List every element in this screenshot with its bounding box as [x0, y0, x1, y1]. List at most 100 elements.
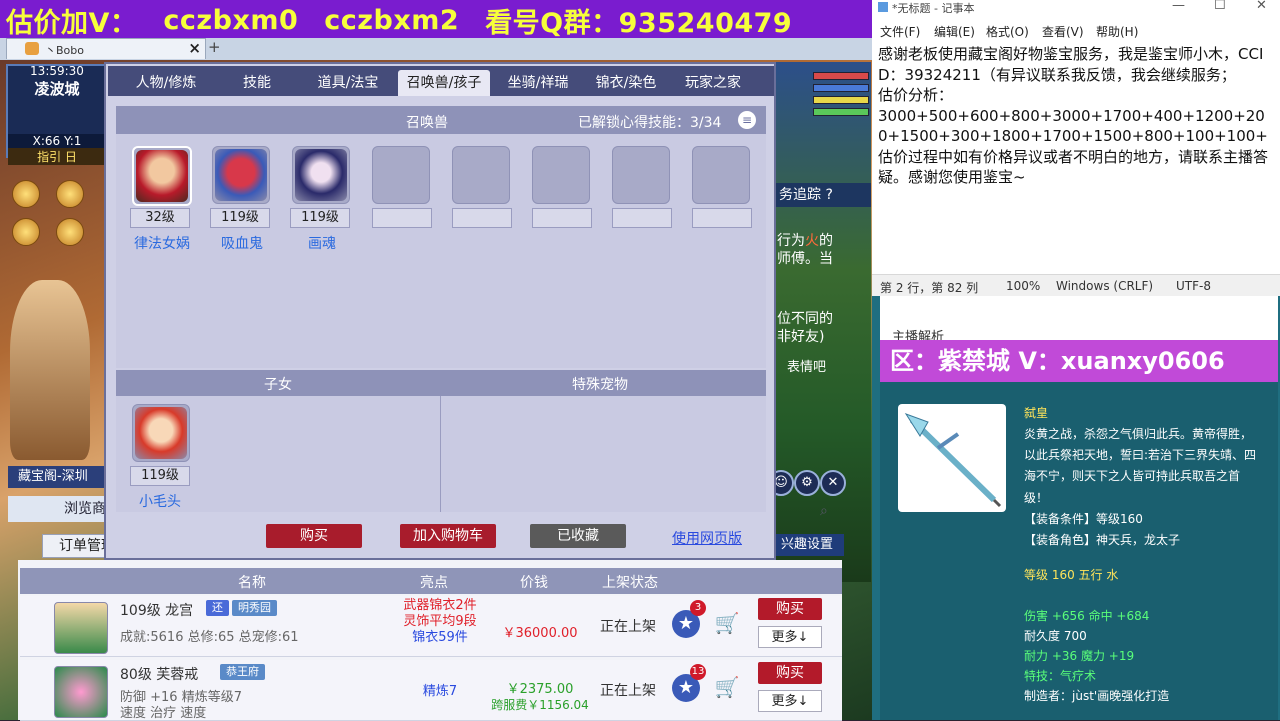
player-coords: X:66 Y:1 [8, 134, 106, 148]
highlight-item: 武器锦衣2件 [403, 598, 477, 613]
col-price: 价钱 [520, 575, 548, 591]
close-icon[interactable]: ✕ [820, 470, 846, 496]
minimize-icon[interactable]: — [1172, 0, 1185, 13]
col-status: 上架状态 [602, 575, 658, 591]
child-name[interactable]: 小毛头 [120, 491, 200, 511]
weapon-req-role: 【装备角色】神天兵，龙太子 [1024, 533, 1181, 548]
game-clock: 13:59:30 [30, 64, 84, 78]
new-tab-button[interactable]: + [208, 38, 221, 56]
notepad-text-area[interactable]: 感谢老板使用藏宝阁好物鉴宝​服务，我是鉴宝师小木，CCID：39324211（有… [878, 44, 1270, 188]
web-version-link[interactable]: 使用网页版 [672, 528, 742, 548]
tab-skills[interactable]: 技能 [222, 70, 292, 96]
pet-slot[interactable] [292, 146, 350, 204]
tab-mounts[interactable]: 坐骑/祥瑞 [496, 70, 580, 96]
children-area [116, 396, 766, 512]
tab-items[interactable]: 道具/法宝 [306, 70, 390, 96]
empty-pet-slot[interactable] [692, 146, 750, 204]
weapon-image [898, 404, 1006, 512]
tab-pets[interactable]: 召唤兽/孩子 [398, 70, 490, 96]
buy-button[interactable]: 购买 [266, 524, 362, 548]
empty-level [612, 208, 672, 228]
mp-bar [813, 84, 869, 92]
browser-tab[interactable]: 丶Bobo × [6, 38, 206, 59]
buy-button[interactable]: 购买 [758, 662, 822, 684]
empty-level [532, 208, 592, 228]
browse-tab[interactable]: 浏览商 [8, 496, 108, 522]
menu-icon[interactable]: ≡ [738, 111, 756, 129]
banner-text-2: cczbxm0 [163, 4, 299, 36]
stat-line: 耐力 +36 魔力 +19 [1024, 649, 1135, 663]
row-status: 正在上架 [600, 619, 656, 635]
highlight-item: 锦衣59件 [412, 630, 468, 645]
stat-line: 特技：气疗术 [1024, 669, 1097, 683]
weapon-req-level: 【装备条件】等级160 [1024, 511, 1143, 526]
child-slot[interactable] [132, 404, 190, 462]
row-sub-extra: 速度 治疗 速度 [120, 706, 207, 721]
col-highlights: 亮点 [420, 575, 448, 591]
cart-icon[interactable]: 🛒 [714, 610, 740, 636]
pet-level: 119级 [290, 208, 350, 228]
city-name: 凌波城 [34, 80, 80, 98]
pet-name[interactable]: 律法女娲 [122, 233, 202, 253]
pet-name[interactable]: 吸血鬼 [202, 233, 282, 253]
encoding: UTF-8 [1176, 279, 1211, 293]
tab-close-icon[interactable]: × [188, 39, 201, 57]
menu-format[interactable]: 格式(O) [986, 23, 1029, 40]
add-to-cart-button[interactable]: 加入购物车 [400, 524, 496, 548]
pet-slot[interactable] [132, 146, 192, 206]
interest-settings-button[interactable]: 兴趣设置 [770, 534, 844, 556]
empty-pet-slot[interactable] [372, 146, 430, 204]
cart-icon[interactable]: 🛒 [714, 674, 740, 700]
activity-icon[interactable] [56, 180, 84, 208]
search-icon[interactable]: ⌕ [820, 503, 840, 523]
tab-home[interactable]: 玩家之家 [674, 70, 752, 96]
mission-text-b: 的 [819, 233, 833, 249]
row-level-school: 80级 芙蓉戒 [120, 667, 199, 683]
chat-text-b: 非好友) [777, 329, 825, 345]
gear-icon[interactable]: ⚙ [794, 470, 820, 496]
activity-icon[interactable] [56, 218, 84, 246]
favorite-count: 3 [690, 600, 706, 616]
mission-tracker[interactable]: 务追踪 ? [775, 183, 871, 207]
maximize-icon[interactable]: ☐ [1214, 0, 1226, 13]
tab-outfits[interactable]: 锦衣/染色 [584, 70, 668, 96]
menu-help[interactable]: 帮助(H) [1096, 23, 1138, 40]
empty-level [372, 208, 432, 228]
notepad-icon [878, 2, 888, 12]
exp-bar [813, 108, 869, 116]
chat-text: 位不同的 非好友) [777, 310, 869, 346]
menu-file[interactable]: 文件(F) [880, 23, 920, 40]
pet-section-header: 召唤兽 已解锁心得技能：3/34 ≡ [116, 106, 766, 134]
collected-button[interactable]: 已收藏 [530, 524, 626, 548]
pet-name[interactable]: 画魂 [282, 233, 362, 253]
guide-button[interactable]: 指引 日 [8, 148, 106, 165]
menu-view[interactable]: 查看(V) [1042, 23, 1084, 40]
emote-button[interactable]: 表情吧 [787, 356, 847, 376]
empty-pet-slot[interactable] [612, 146, 670, 204]
menu-edit[interactable]: 编辑(E) [934, 23, 975, 40]
mission-text-fire: 火 [805, 233, 819, 249]
hp-bar [813, 72, 869, 80]
buy-button[interactable]: 购买 [758, 598, 822, 620]
empty-pet-slot[interactable] [452, 146, 510, 204]
server-contact-banner: 区：紫禁城 V：xuanxy0606 [880, 340, 1278, 382]
notepad-statusbar: 第 2 行，第 82 列 100% Windows (CRLF) UTF-8 [872, 274, 1280, 297]
tab-title: 丶Bobo [45, 44, 84, 57]
activity-icon[interactable] [12, 218, 40, 246]
close-icon[interactable]: ✕ [1256, 0, 1267, 13]
activity-icon[interactable] [12, 180, 40, 208]
weapon-level-line: 等级 160 五行 水 [1024, 568, 1119, 582]
table-row[interactable]: 109级 龙宫 还 明秀园 成就:5616 总修:65 总宠修:61 武器锦衣2… [20, 596, 842, 657]
table-row[interactable]: 80级 芙蓉戒 恭王府 防御 +16 精炼等级7 速度 治疗 速度 精炼7 ￥2… [20, 660, 842, 721]
row-sub: 成就:5616 总修:65 总宠修:61 [120, 630, 299, 645]
empty-pet-slot[interactable] [532, 146, 590, 204]
row-level-school: 109级 龙宫 [120, 603, 194, 619]
avatar [54, 666, 108, 718]
more-button[interactable]: 更多↓ [758, 690, 822, 712]
tab-character[interactable]: 人物/修炼 [124, 70, 208, 96]
pet-slot[interactable] [212, 146, 270, 204]
more-button[interactable]: 更多↓ [758, 626, 822, 648]
highlight-item: 灵饰平均9段 [403, 614, 477, 629]
weapon-description: 炎黄之战，杀怨之气俱归此兵。黄帝得胜，以此兵祭祀天地，誓曰:若治下三界失靖、四海… [1024, 424, 1260, 551]
stat-line: 制造者：jùst'画晚强化打造 [1024, 689, 1170, 703]
